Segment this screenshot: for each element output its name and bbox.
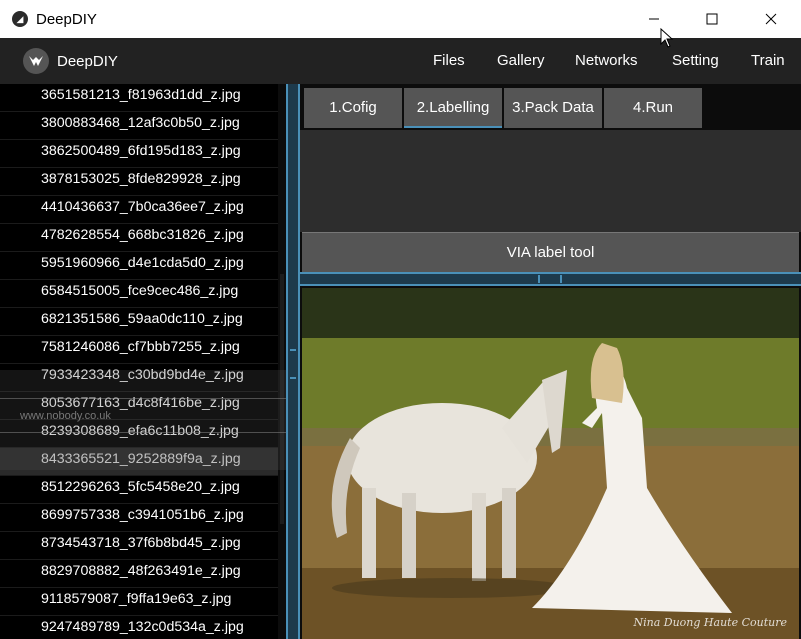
tab-pack-data[interactable]: 3.Pack Data [504,88,602,128]
menu-item-train[interactable]: Train [751,38,785,84]
file-list-item[interactable]: 8239308689_efa6c11b08_z.jpg [0,420,286,448]
minimize-button[interactable] [625,0,683,38]
menu-item-networks[interactable]: Networks [575,38,638,84]
tab-bar: 1.Cofig 2.Labelling 3.Pack Data 4.Run [300,84,801,130]
menu-item-gallery[interactable]: Gallery [497,38,545,84]
file-list-item[interactable]: 3862500489_6fd195d183_z.jpg [0,140,286,168]
photo-bride-with-horse: Nina Duong Haute Couture [302,288,799,639]
minimize-icon [649,18,659,20]
file-list-item[interactable]: 8829708882_48f263491e_z.jpg [0,560,286,588]
file-list-item[interactable]: 4410436637_7b0ca36ee7_z.jpg [0,196,286,224]
menu-item-setting[interactable]: Setting [672,38,719,84]
file-list-item[interactable]: 8699757338_c3941051b6_z.jpg [0,504,286,532]
image-preview: Nina Duong Haute Couture [302,288,799,639]
main-panel: 1.Cofig 2.Labelling 3.Pack Data 4.Run VI… [300,84,801,639]
brand-name: DeepDIY [57,52,118,70]
tab-content-area [300,130,801,232]
app-window: ◢ DeepDIY DeepDIY Files Gallery Networks… [0,0,801,639]
splitter-grip-icon[interactable] [290,349,296,379]
file-list-item[interactable]: 5951960966_d4e1cda5d0_z.jpg [0,252,286,280]
file-list-item[interactable]: 6584515005_fce9cec486_z.jpg [0,280,286,308]
menu-item-files[interactable]: Files [433,38,465,84]
mouse-cursor-icon [660,28,674,48]
file-list-item[interactable]: 6821351586_59aa0dc110_z.jpg [0,308,286,336]
maximize-icon [706,13,718,25]
app-logo-icon: ◢ [12,11,28,27]
file-list-item[interactable]: 8433365521_9252889f9a_z.jpg [0,448,286,476]
file-list[interactable]: 3651581213_f81963d1dd_z.jpg 3800883468_12… [0,84,286,639]
vertical-splitter[interactable] [286,84,300,639]
file-list-item[interactable]: 7581246086_cf7bbb7255_z.jpg [0,336,286,364]
close-icon [765,13,777,25]
tab-run[interactable]: 4.Run [604,88,702,128]
tab-config[interactable]: 1.Cofig [304,88,402,128]
file-list-item[interactable]: 9118579087_f9ffa19e63_z.jpg [0,588,286,616]
splitter-grip-icon[interactable] [538,275,562,283]
close-button[interactable] [742,0,800,38]
file-list-item[interactable]: 3651581213_f81963d1dd_z.jpg [0,84,286,112]
ghost-divider [0,432,300,433]
ghost-url-text: www.nobody.co.uk [20,410,111,422]
file-list-scrollbar[interactable] [278,84,286,639]
via-label-tool-button[interactable]: VIA label tool [302,232,799,272]
window-title: DeepDIY [36,10,97,28]
file-list-item[interactable]: 8512296263_5fc5458e20_z.jpg [0,476,286,504]
file-list-item[interactable]: 8734543718_37f6b8bd45_z.jpg [0,532,286,560]
brand-logo-icon [23,48,49,74]
file-list-item[interactable]: 4782628554_668bc31826_z.jpg [0,224,286,252]
file-list-item[interactable]: 7933423348_c30bd9bd4e_z.jpg [0,364,286,392]
maximize-button[interactable] [683,0,741,38]
file-list-item[interactable]: 3878153025_8fde829928_z.jpg [0,168,286,196]
scrollbar-thumb[interactable] [280,274,284,524]
horizontal-splitter[interactable] [300,272,801,286]
tab-labelling[interactable]: 2.Labelling [404,88,502,128]
file-list-item[interactable]: 3800883468_12af3c0b50_z.jpg [0,112,286,140]
ghost-divider [0,398,300,399]
file-list-item[interactable]: 9247489789_132c0d534a_z.jpg [0,616,286,639]
photo-watermark: Nina Duong Haute Couture [633,616,788,629]
title-bar[interactable]: ◢ DeepDIY [0,0,801,38]
menu-bar: DeepDIY Files Gallery Networks Setting T… [0,38,801,84]
